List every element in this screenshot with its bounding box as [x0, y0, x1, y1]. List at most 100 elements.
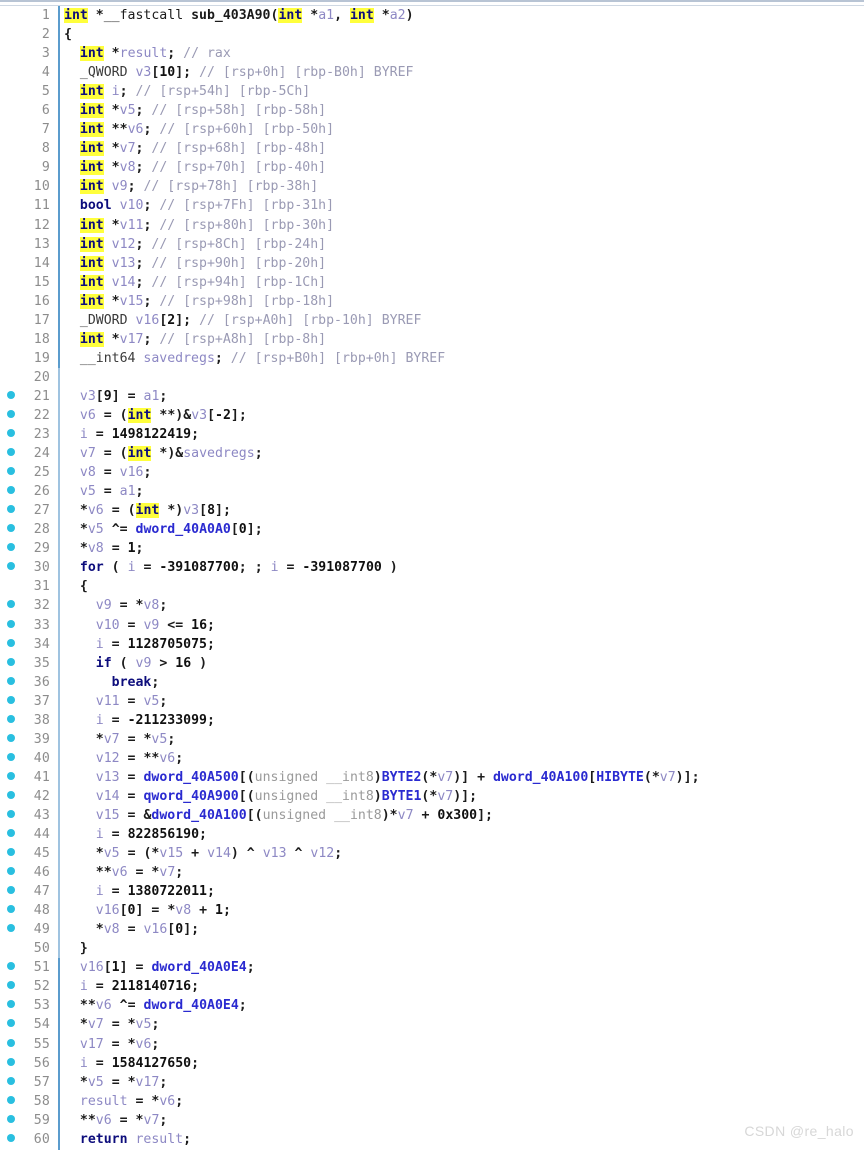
breakpoint-dot-icon[interactable] [7, 1038, 15, 1047]
code-line[interactable]: 21 v3[9] = a1; [0, 386, 864, 406]
code-line[interactable]: 10 int v9; // [rsp+78h] [rbp-38h] [0, 177, 864, 197]
code-line[interactable]: 1 int *__fastcall sub_403A90(int *a1, int… [0, 6, 864, 26]
code-line[interactable]: 33 v10 = v9 <= 16; [0, 615, 864, 635]
code-line[interactable]: 28 *v5 ^= dword_40A0A0[0]; [0, 520, 864, 540]
code-line[interactable]: 25 v8 = v16; [0, 463, 864, 483]
breakpoint-dot-icon[interactable] [7, 809, 15, 818]
code-line[interactable]: 18 int *v17; // [rsp+A8h] [rbp-8h] [0, 329, 864, 349]
code-text-area[interactable]: 1 int *__fastcall sub_403A90(int *a1, int… [0, 6, 864, 1150]
breakpoint-dot-icon[interactable] [7, 600, 15, 609]
code-line[interactable]: 58 result = *v6; [0, 1091, 864, 1111]
breakpoint-dot-icon[interactable] [7, 1095, 15, 1104]
code-line[interactable]: 11 bool v10; // [rsp+7Fh] [rbp-31h] [0, 196, 864, 216]
breakpoint-dot-icon[interactable] [7, 448, 15, 457]
code-line[interactable]: 53 **v6 ^= dword_40A0E4; [0, 996, 864, 1016]
code-line[interactable]: 49 *v8 = v16[0]; [0, 920, 864, 940]
breakpoint-dot-icon[interactable] [7, 524, 15, 533]
breakpoint-dot-icon[interactable] [7, 981, 15, 990]
breakpoint-dot-icon[interactable] [7, 733, 15, 742]
code-line[interactable]: 22 v6 = (int **)&v3[-2]; [0, 405, 864, 426]
breakpoint-dot-icon[interactable] [7, 467, 15, 476]
breakpoint-dot-icon[interactable] [7, 638, 15, 647]
code-line[interactable]: 57 *v5 = *v17; [0, 1072, 864, 1092]
code-line[interactable]: 20 [0, 367, 864, 387]
breakpoint-dot-icon[interactable] [7, 562, 15, 571]
code-line[interactable]: 12 int *v11; // [rsp+80h] [rbp-30h] [0, 215, 864, 235]
breakpoint-dot-icon[interactable] [7, 924, 15, 933]
breakpoint-dot-icon[interactable] [7, 829, 15, 838]
breakpoint-dot-icon[interactable] [7, 1000, 15, 1009]
code-line[interactable]: 4 _QWORD v3[10]; // [rsp+0h] [rbp-B0h] B… [0, 63, 864, 83]
code-line[interactable]: 13 int v12; // [rsp+8Ch] [rbp-24h] [0, 234, 864, 254]
code-line[interactable]: 5 int i; // [rsp+54h] [rbp-5Ch] [0, 82, 864, 102]
code-line[interactable]: 32 v9 = *v8; [0, 596, 864, 616]
breakpoint-dot-icon[interactable] [7, 695, 15, 704]
code-line[interactable]: 59 **v6 = *v7; [0, 1110, 864, 1130]
code-line[interactable]: 47 i = 1380722011; [0, 882, 864, 902]
code-line[interactable]: 45 *v5 = (*v15 + v14) ^ v13 ^ v12; [0, 844, 864, 864]
breakpoint-dot-icon[interactable] [7, 790, 15, 799]
breakpoint-dot-icon[interactable] [7, 771, 15, 780]
code-line[interactable]: 7 int **v6; // [rsp+60h] [rbp-50h] [0, 120, 864, 140]
breakpoint-dot-icon[interactable] [7, 848, 15, 857]
code-line[interactable]: 23 i = 1498122419; [0, 425, 864, 445]
breakpoint-dot-icon[interactable] [7, 486, 15, 495]
code-line[interactable]: 9 int *v8; // [rsp+70h] [rbp-40h] [0, 158, 864, 178]
code-line[interactable]: 54 *v7 = *v5; [0, 1015, 864, 1035]
code-line[interactable]: 24 v7 = (int *)&savedregs; [0, 444, 864, 464]
code-line[interactable]: 37 v11 = v5; [0, 691, 864, 711]
code-line[interactable]: 52 i = 2118140716; [0, 977, 864, 997]
code-line[interactable]: 38 i = -211233099; [0, 710, 864, 730]
breakpoint-dot-icon[interactable] [7, 390, 15, 399]
code-line[interactable]: 2{ [0, 25, 864, 45]
breakpoint-dot-icon[interactable] [7, 505, 15, 514]
breakpoint-dot-icon[interactable] [7, 1057, 15, 1066]
code-line[interactable]: 29 *v8 = 1; [0, 539, 864, 559]
breakpoint-dot-icon[interactable] [7, 676, 15, 685]
breakpoint-dot-icon[interactable] [7, 867, 15, 876]
code-line[interactable]: 15 int v14; // [rsp+94h] [rbp-1Ch] [0, 272, 864, 292]
code-line[interactable]: 17 _DWORD v16[2]; // [rsp+A0h] [rbp-10h]… [0, 310, 864, 330]
code-line[interactable]: 31 { [0, 577, 864, 597]
code-line[interactable]: 56 i = 1584127650; [0, 1053, 864, 1073]
breakpoint-dot-icon[interactable] [7, 409, 15, 418]
code-line[interactable]: 60 return result; [0, 1129, 864, 1149]
breakpoint-dot-icon[interactable] [7, 752, 15, 761]
code-line[interactable]: 26 v5 = a1; [0, 482, 864, 502]
breakpoint-dot-icon[interactable] [7, 543, 15, 552]
code-line[interactable]: 40 v12 = **v6; [0, 748, 864, 768]
code-line[interactable]: 30 for ( i = -391087700; ; i = -39108770… [0, 558, 864, 578]
code-line[interactable]: 34 i = 1128705075; [0, 634, 864, 654]
breakpoint-dot-icon[interactable] [7, 1114, 15, 1123]
breakpoint-dot-icon[interactable] [7, 714, 15, 723]
code-line[interactable]: 44 i = 822856190; [0, 825, 864, 845]
code-line[interactable]: 55 v17 = *v6; [0, 1034, 864, 1054]
code-line[interactable]: 36 break; [0, 672, 864, 692]
breakpoint-dot-icon[interactable] [7, 657, 15, 666]
code-line[interactable]: 43 v15 = &dword_40A100[(unsigned __int8)… [0, 805, 864, 826]
breakpoint-dot-icon[interactable] [7, 429, 15, 438]
gutter-separator [58, 82, 60, 102]
breakpoint-dot-icon[interactable] [7, 962, 15, 971]
code-line[interactable]: 14 int v13; // [rsp+90h] [rbp-20h] [0, 253, 864, 273]
breakpoint-dot-icon[interactable] [7, 1019, 15, 1028]
code-line[interactable]: 6 int *v5; // [rsp+58h] [rbp-58h] [0, 101, 864, 121]
code-line[interactable]: 48 v16[0] = *v8 + 1; [0, 901, 864, 921]
code-line[interactable]: 41 v13 = dword_40A500[(unsigned __int8)B… [0, 767, 864, 787]
code-line[interactable]: 39 *v7 = *v5; [0, 729, 864, 749]
breakpoint-dot-icon[interactable] [7, 905, 15, 914]
code-line[interactable]: 35 if ( v9 > 16 ) [0, 653, 864, 673]
breakpoint-dot-icon[interactable] [7, 1133, 15, 1142]
code-line[interactable]: 27 *v6 = (int *)v3[8]; [0, 501, 864, 521]
breakpoint-dot-icon[interactable] [7, 1076, 15, 1085]
code-line[interactable]: 50 } [0, 939, 864, 959]
code-line[interactable]: 19 __int64 savedregs; // [rsp+B0h] [rbp+… [0, 348, 864, 368]
code-line[interactable]: 46 **v6 = *v7; [0, 863, 864, 883]
breakpoint-dot-icon[interactable] [7, 886, 15, 895]
code-line[interactable]: 16 int *v15; // [rsp+98h] [rbp-18h] [0, 291, 864, 311]
breakpoint-dot-icon[interactable] [7, 619, 15, 628]
code-line[interactable]: 51 v16[1] = dword_40A0E4; [0, 958, 864, 978]
code-line[interactable]: 42 v14 = qword_40A900[(unsigned __int8)B… [0, 786, 864, 806]
code-line[interactable]: 3 int *result; // rax [0, 44, 864, 64]
code-line[interactable]: 8 int *v7; // [rsp+68h] [rbp-48h] [0, 139, 864, 159]
